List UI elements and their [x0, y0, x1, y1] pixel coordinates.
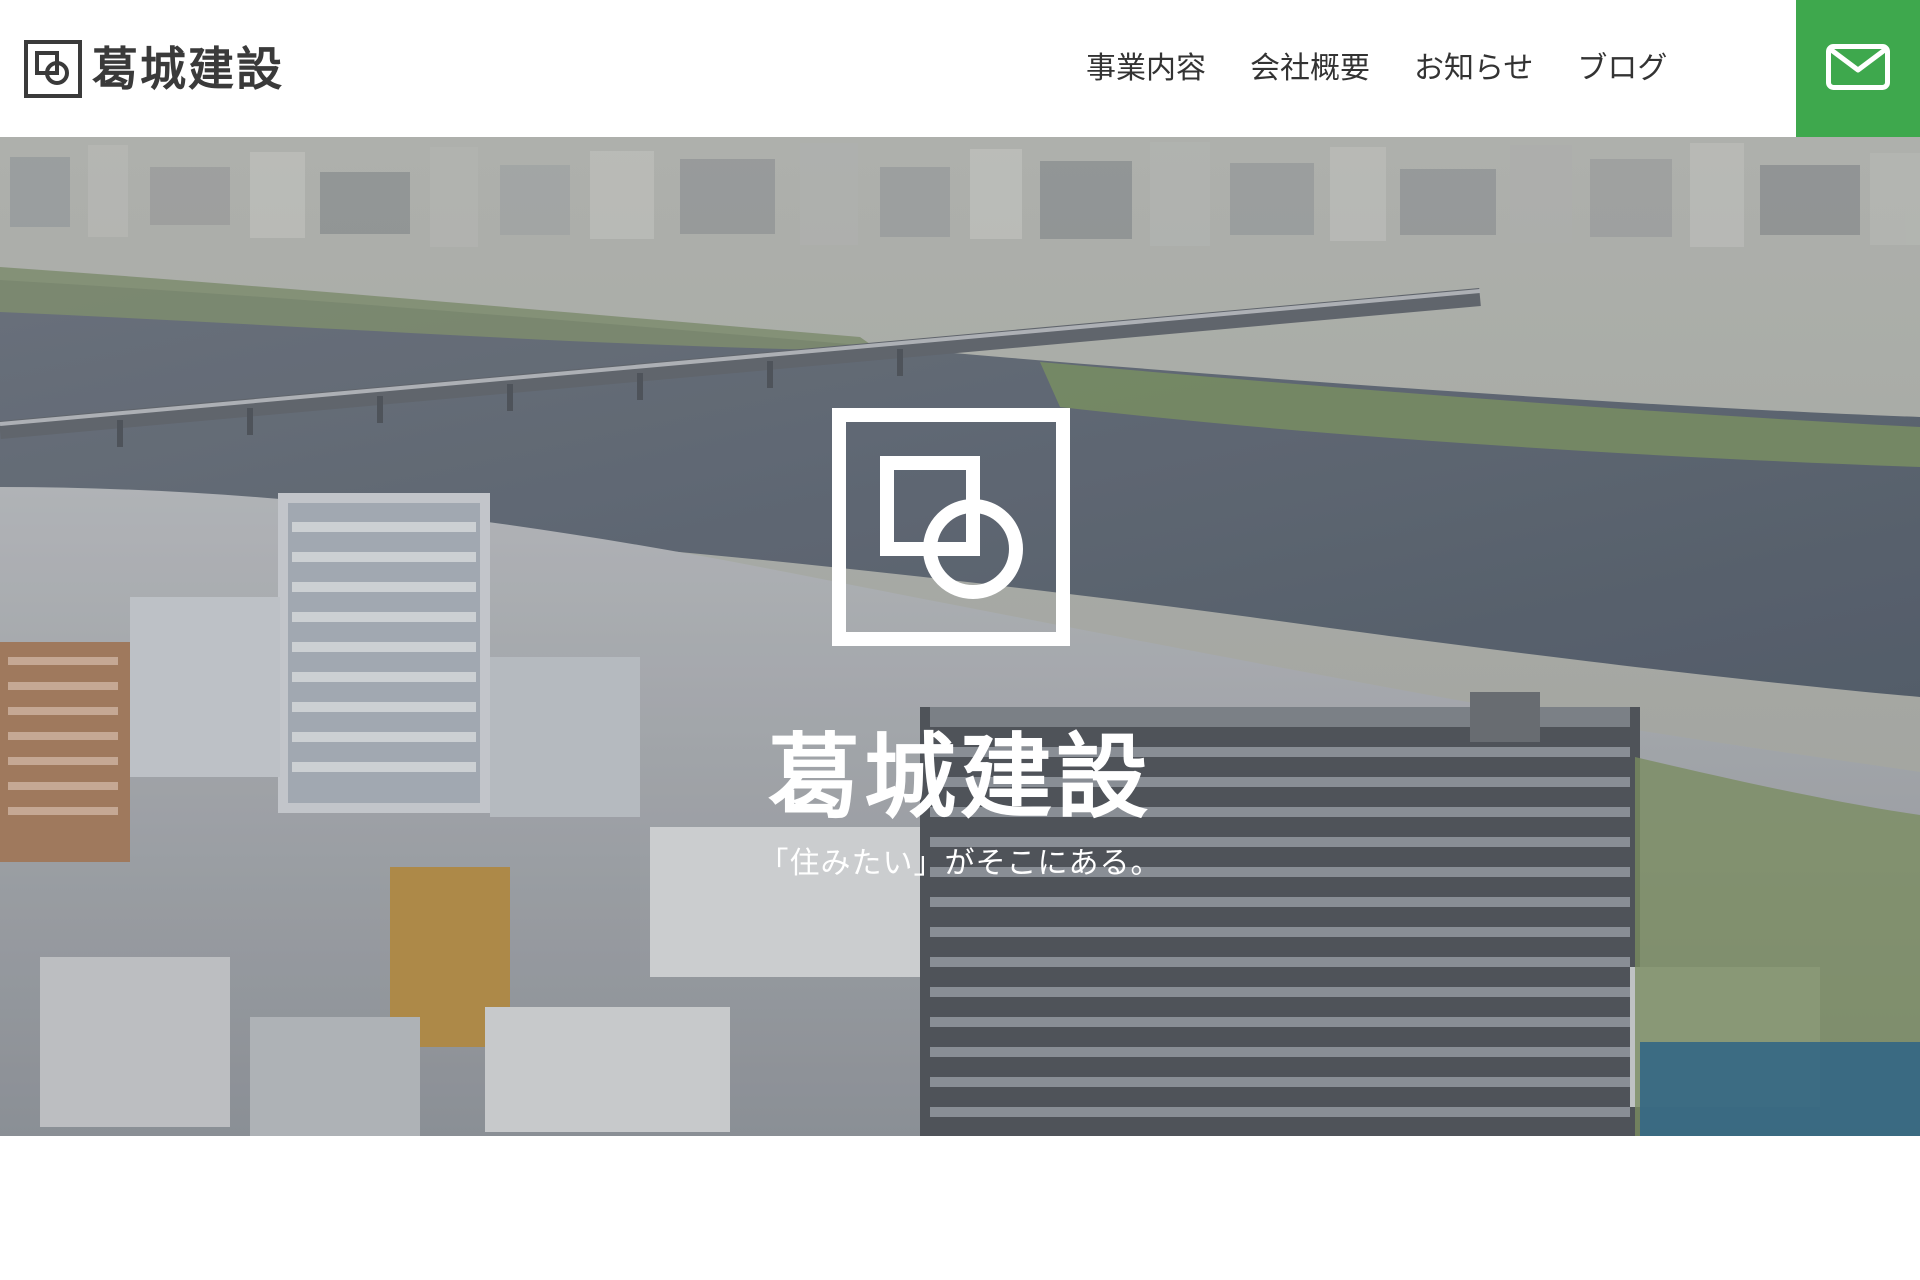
- nav-item-blog[interactable]: ブログ: [1577, 54, 1667, 84]
- hero-section: 葛城建設 「住みたい」がそこにある。: [0, 137, 1920, 1136]
- brand-name: 葛城建設: [92, 42, 284, 96]
- brand-logo-link[interactable]: 葛城建設: [24, 40, 284, 98]
- contact-mail-button[interactable]: [1796, 0, 1920, 137]
- hero-tagline: 「住みたい」がそこにある。: [758, 846, 1162, 881]
- hero-title: 葛城建設: [767, 723, 1152, 831]
- hero-content: 葛城建設 「住みたい」がそこにある。: [0, 137, 1920, 1136]
- nav-item-news[interactable]: お知らせ: [1414, 54, 1533, 84]
- nav-item-business[interactable]: 事業内容: [1086, 54, 1206, 84]
- page-bottom-space: [0, 1136, 1920, 1280]
- nav-item-company[interactable]: 会社概要: [1250, 54, 1370, 84]
- site-header: 葛城建設 事業内容 会社概要 お知らせ ブログ: [0, 0, 1920, 137]
- main-nav: 事業内容 会社概要 お知らせ ブログ: [1086, 54, 1667, 84]
- mail-icon: [1826, 43, 1890, 94]
- hero-logo-icon: [832, 408, 1070, 646]
- brand-logo-icon: [24, 40, 82, 98]
